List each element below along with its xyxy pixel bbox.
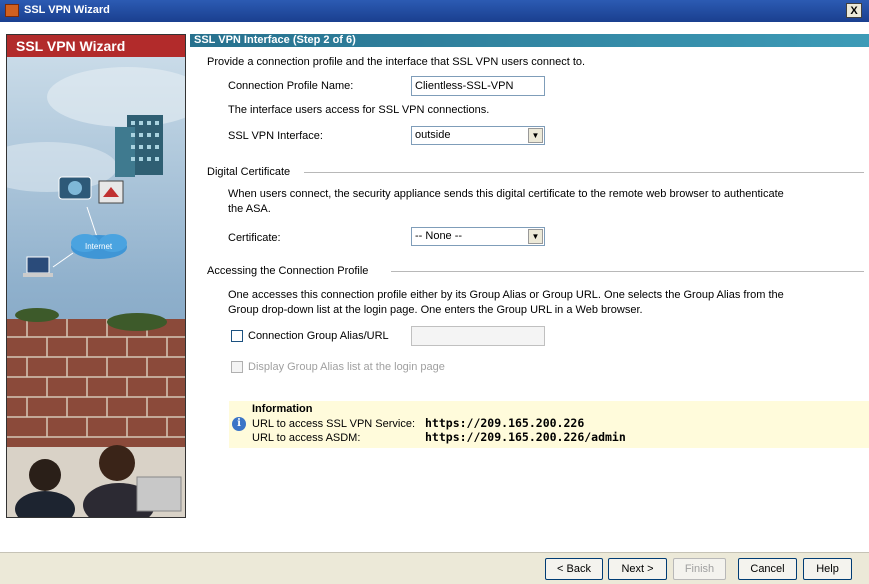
certificate-label: Certificate:: [228, 232, 281, 244]
wizard-sidebar: SSL VPN Wizard Internet: [6, 34, 186, 518]
ssl-url-label: URL to access SSL VPN Service:: [252, 418, 416, 430]
information-title: Information: [252, 403, 313, 415]
certificate-value: -- None --: [415, 230, 463, 242]
next-button[interactable]: Next >: [608, 558, 667, 580]
group-divider: [391, 271, 864, 272]
close-button[interactable]: X: [846, 3, 862, 18]
vpn-interface-value: outside: [415, 129, 451, 141]
vpn-interface-select[interactable]: outside ▼: [411, 126, 545, 145]
digital-certificate-title: Digital Certificate: [207, 166, 291, 178]
ssl-url-value: https://209.165.200.226: [425, 416, 585, 430]
cloud-label: Internet: [85, 242, 113, 251]
group-alias-checkbox[interactable]: [231, 330, 243, 342]
certificate-select[interactable]: -- None -- ▼: [411, 227, 545, 246]
laptop-icon: [23, 256, 53, 277]
people-photo: [7, 445, 185, 517]
asdm-url-label: URL to access ASDM:: [252, 432, 361, 444]
intro-text: Provide a connection profile and the int…: [207, 56, 586, 68]
back-button[interactable]: < Back: [545, 558, 603, 580]
cancel-button[interactable]: Cancel: [738, 558, 797, 580]
finish-button[interactable]: Finish: [673, 558, 726, 580]
info-icon: i: [232, 417, 246, 431]
connection-profile-label: Connection Profile Name:: [228, 80, 354, 92]
title-bar: SSL VPN Wizard X: [0, 0, 869, 22]
accessing-title: Accessing the Connection Profile: [207, 265, 369, 277]
interface-note: The interface users access for SSL VPN c…: [228, 104, 490, 116]
group-alias-label: Connection Group Alias/URL: [248, 330, 389, 342]
step-header: SSL VPN Interface (Step 2 of 6): [190, 34, 869, 47]
footer-divider: [0, 552, 869, 553]
display-alias-list-label: Display Group Alias list at the login pa…: [248, 361, 445, 373]
internet-cloud-icon: Internet: [71, 234, 127, 259]
sidebar-title: SSL VPN Wizard: [7, 35, 185, 57]
connection-profile-field[interactable]: Clientless-SSL-VPN: [411, 76, 545, 96]
chevron-down-icon[interactable]: ▼: [528, 229, 543, 244]
accessing-desc-line2: Group drop-down list at the login page. …: [228, 304, 643, 316]
help-button[interactable]: Help: [803, 558, 852, 580]
certificate-desc-line1: When users connect, the security applian…: [228, 188, 784, 200]
window-title: SSL VPN Wizard: [24, 4, 110, 16]
router-icon: [58, 176, 92, 200]
accessing-desc-line1: One accesses this connection profile eit…: [228, 289, 784, 301]
firewall-icon: [98, 180, 124, 204]
app-icon: [5, 4, 19, 17]
group-divider: [304, 172, 864, 173]
group-alias-field[interactable]: [411, 326, 545, 346]
vpn-interface-label: SSL VPN Interface:: [228, 130, 323, 142]
display-alias-list-checkbox[interactable]: [231, 361, 243, 373]
chevron-down-icon[interactable]: ▼: [528, 128, 543, 143]
sidebar-illustration: Internet: [7, 57, 185, 517]
certificate-desc-line2: the ASA.: [228, 203, 271, 215]
asdm-url-value: https://209.165.200.226/admin: [425, 430, 626, 444]
